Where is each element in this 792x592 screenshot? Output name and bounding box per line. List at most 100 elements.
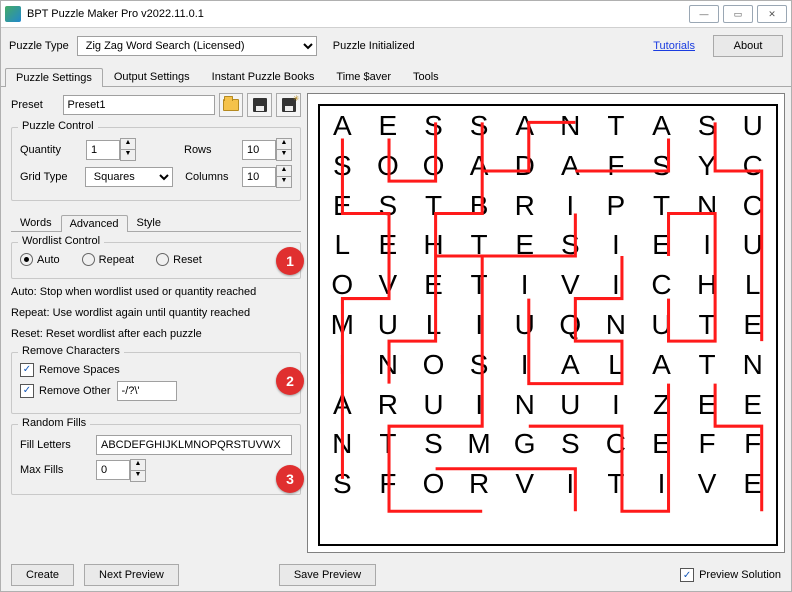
max-fills-stepper[interactable]: ▲▼: [96, 459, 146, 482]
maxfills-up[interactable]: ▲: [130, 459, 146, 470]
quantity-up[interactable]: ▲: [120, 138, 136, 149]
grid-cell: N: [730, 345, 776, 385]
grid-cell: E: [366, 225, 412, 265]
rows-input[interactable]: [242, 140, 276, 160]
grid-cell: T: [685, 345, 731, 385]
tab-puzzle-settings[interactable]: Puzzle Settings: [5, 68, 103, 87]
grid-cell: V: [366, 265, 412, 305]
gridtype-select[interactable]: Squares: [85, 167, 173, 187]
tutorials-link[interactable]: Tutorials: [653, 40, 695, 52]
maxfills-down[interactable]: ▼: [130, 470, 146, 482]
grid-cell: S: [639, 146, 685, 186]
wordlist-radios: Auto Repeat Reset: [20, 249, 292, 270]
grid-cell: I: [548, 186, 594, 226]
grid-cell: R: [366, 385, 412, 425]
grid-cell: A: [457, 146, 503, 186]
grid-cell: A: [639, 106, 685, 146]
grid-cell: T: [366, 425, 412, 465]
rows-stepper[interactable]: ▲▼: [242, 138, 292, 161]
wordlist-radio-auto[interactable]: Auto: [20, 253, 60, 266]
fill-letters-input[interactable]: [96, 435, 292, 455]
save-icon: [253, 98, 267, 112]
create-button[interactable]: Create: [11, 564, 74, 586]
grid-cell: M: [320, 305, 366, 345]
puzzle-type-select[interactable]: Zig Zag Word Search (Licensed): [77, 36, 317, 56]
grid-cell: V: [685, 464, 731, 504]
callout-1: 1: [276, 247, 304, 275]
subtab-style[interactable]: Style: [128, 214, 170, 231]
columns-stepper[interactable]: ▲▼: [242, 165, 292, 188]
grid-cell: [639, 504, 685, 544]
wordlist-radio-repeat[interactable]: Repeat: [82, 253, 134, 266]
columns-up[interactable]: ▲: [276, 165, 292, 176]
quantity-stepper[interactable]: ▲▼: [86, 138, 136, 161]
radio-icon: [20, 253, 33, 266]
about-button[interactable]: About: [713, 35, 783, 57]
preset-input[interactable]: [63, 95, 215, 115]
subtab-advanced[interactable]: Advanced: [61, 215, 128, 232]
preview-solution-checkbox[interactable]: Preview Solution: [680, 568, 781, 582]
quantity-down[interactable]: ▼: [120, 149, 136, 161]
columns-input[interactable]: [242, 167, 276, 187]
preset-label: Preset: [11, 99, 59, 111]
grid-cell: Z: [639, 385, 685, 425]
grid-cell: I: [457, 305, 503, 345]
top-toolbar: Puzzle Type Zig Zag Word Search (License…: [1, 28, 791, 64]
tab-time-aver[interactable]: Time $aver: [325, 67, 402, 86]
grid-cell: M: [457, 425, 503, 465]
grid-cell: T: [685, 305, 731, 345]
grid-cell: T: [594, 464, 640, 504]
grid-cell: T: [457, 225, 503, 265]
grid-cell: S: [366, 186, 412, 226]
next-preview-button[interactable]: Next Preview: [84, 564, 179, 586]
grid-cell: S: [548, 425, 594, 465]
rows-up[interactable]: ▲: [276, 138, 292, 149]
grid-cell: O: [411, 146, 457, 186]
tab-instant-puzzle-books[interactable]: Instant Puzzle Books: [201, 67, 326, 86]
remove-other-input[interactable]: [117, 381, 177, 401]
remove-other-checkbox[interactable]: Remove Other: [20, 384, 111, 398]
wordlist-radio-reset[interactable]: Reset: [156, 253, 202, 266]
remove-chars-group: Remove Characters Remove Spaces Remove O…: [11, 352, 301, 414]
grid-cell: I: [639, 464, 685, 504]
tab-output-settings[interactable]: Output Settings: [103, 67, 201, 86]
status-text: Puzzle Initialized: [333, 40, 415, 52]
wordlist-help2: Repeat: Use wordlist again until quantit…: [11, 306, 301, 321]
checkbox-icon: [20, 363, 34, 377]
grid-cell: N: [502, 385, 548, 425]
radio-icon: [156, 253, 169, 266]
close-button[interactable]: ✕: [757, 5, 787, 23]
random-fills-group: Random Fills Fill Letters Max Fills ▲▼ 3: [11, 424, 301, 495]
subtab-words[interactable]: Words: [11, 214, 61, 231]
rows-down[interactable]: ▼: [276, 149, 292, 161]
grid-cell: A: [320, 106, 366, 146]
open-preset-button[interactable]: [219, 93, 244, 117]
wordlist-help3: Reset: Reset wordlist after each puzzle: [11, 327, 301, 342]
grid-cell: P: [594, 186, 640, 226]
grid-cell: [411, 504, 457, 544]
puzzle-control-group: Puzzle Control Quantity ▲▼ Rows ▲▼ Gri: [11, 127, 301, 201]
random-fills-legend: Random Fills: [18, 417, 90, 429]
columns-down[interactable]: ▼: [276, 176, 292, 188]
wordlist-control-group: Wordlist Control AutoRepeatReset 1: [11, 242, 301, 279]
grid-cell: [594, 504, 640, 544]
max-fills-input[interactable]: [96, 460, 130, 480]
grid-cell: D: [502, 146, 548, 186]
quantity-input[interactable]: [86, 140, 120, 160]
save-preview-button[interactable]: Save Preview: [279, 564, 376, 586]
remove-spaces-checkbox[interactable]: Remove Spaces: [20, 363, 120, 377]
minimize-button[interactable]: —: [689, 5, 719, 23]
save-preset-button[interactable]: [247, 93, 272, 117]
gridtype-label: Grid Type: [20, 171, 79, 183]
maximize-button[interactable]: ▭: [723, 5, 753, 23]
grid-cell: I: [548, 464, 594, 504]
grid-cell: U: [639, 305, 685, 345]
grid-cell: I: [685, 225, 731, 265]
save-preset-as-button[interactable]: [276, 93, 301, 117]
radio-icon: [82, 253, 95, 266]
grid-cell: S: [411, 425, 457, 465]
max-fills-label: Max Fills: [20, 464, 90, 476]
grid-cell: O: [411, 464, 457, 504]
tab-tools[interactable]: Tools: [402, 67, 450, 86]
grid-cell: S: [411, 106, 457, 146]
